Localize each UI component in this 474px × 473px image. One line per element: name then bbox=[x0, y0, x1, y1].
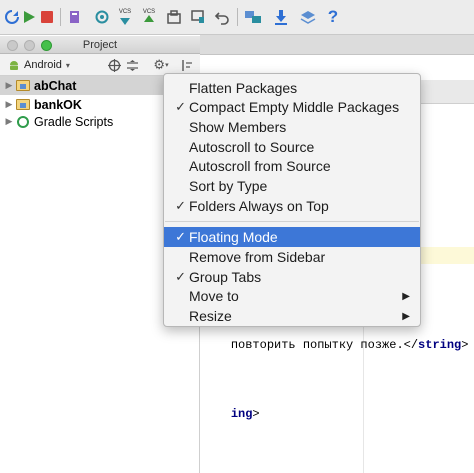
refresh-icon[interactable] bbox=[3, 8, 21, 26]
code-line: ing> bbox=[202, 393, 260, 435]
toolbar-separator bbox=[60, 8, 61, 26]
tree-item-label: abChat bbox=[34, 78, 77, 93]
menu-item-label: Show Members bbox=[189, 119, 287, 135]
checkmark-icon: ✓ bbox=[175, 198, 186, 213]
submenu-arrow-icon: ▶ bbox=[402, 290, 410, 302]
expand-arrow-icon[interactable]: ▶ bbox=[2, 116, 16, 127]
scroll-from-source-icon[interactable] bbox=[106, 57, 122, 73]
hide-panel-icon[interactable] bbox=[178, 57, 194, 73]
menu-item-label: Flatten Packages bbox=[189, 80, 298, 96]
sdk-manager-icon[interactable] bbox=[165, 8, 183, 26]
menu-item-group-tabs[interactable]: ✓ Group Tabs bbox=[164, 267, 420, 287]
undo-icon[interactable] bbox=[213, 8, 231, 26]
window-title: Project bbox=[82, 39, 118, 51]
menu-item-autoscroll-from-source[interactable]: Autoscroll from Source bbox=[164, 156, 420, 176]
menu-item-label: Folders Always on Top bbox=[189, 198, 329, 214]
chevron-down-icon: ▾ bbox=[65, 60, 70, 70]
menu-item-remove-from-sidebar[interactable]: Remove from Sidebar bbox=[164, 247, 420, 267]
menu-item-label: Group Tabs bbox=[189, 269, 262, 285]
help-icon[interactable]: ? bbox=[324, 7, 342, 26]
view-selector-label: Android bbox=[24, 59, 62, 71]
expand-arrow-icon[interactable]: ▶ bbox=[2, 80, 16, 91]
code-tag: ing bbox=[230, 407, 253, 421]
code-suffix: > bbox=[461, 338, 469, 352]
expand-arrow-icon[interactable]: ▶ bbox=[2, 99, 16, 110]
run-icon[interactable] bbox=[20, 8, 38, 26]
sync-icon[interactable] bbox=[93, 8, 111, 26]
menu-item-sort-by-type[interactable]: Sort by Type bbox=[164, 176, 420, 196]
menu-item-label: Remove from Sidebar bbox=[189, 249, 326, 265]
menu-item-show-members[interactable]: Show Members bbox=[164, 117, 420, 137]
view-selector-dropdown[interactable]: Android ▾ bbox=[8, 57, 70, 73]
menu-item-compact-empty-middle-packages[interactable]: ✓ Compact Empty Middle Packages bbox=[164, 97, 420, 117]
menu-item-folders-always-on-top[interactable]: ✓ Folders Always on Top bbox=[164, 196, 420, 216]
code-suffix: > bbox=[252, 407, 260, 421]
options-context-menu: Flatten Packages ✓ Compact Empty Middle … bbox=[163, 73, 421, 327]
menu-item-label: Move to bbox=[189, 288, 239, 304]
menu-item-label: Sort by Type bbox=[189, 178, 268, 194]
avd-manager-icon[interactable] bbox=[189, 8, 207, 26]
menu-item-label: Floating Mode bbox=[189, 229, 278, 245]
navigation-bar bbox=[200, 35, 474, 55]
tree-item-label: Gradle Scripts bbox=[34, 114, 114, 129]
checkmark-icon: ✓ bbox=[175, 229, 186, 244]
menu-item-resize[interactable]: Resize ▶ bbox=[164, 306, 420, 326]
menu-item-flatten-packages[interactable]: Flatten Packages bbox=[164, 78, 420, 98]
menu-item-label: Resize bbox=[189, 308, 232, 324]
module-folder-icon bbox=[16, 99, 30, 110]
toolbar-separator bbox=[237, 8, 238, 26]
checkmark-icon: ✓ bbox=[175, 99, 186, 114]
project-title-bar: Project bbox=[0, 36, 200, 54]
menu-item-autoscroll-to-source[interactable]: Autoscroll to Source bbox=[164, 137, 420, 157]
build-icon[interactable] bbox=[66, 8, 84, 26]
collapse-all-icon[interactable] bbox=[124, 57, 140, 73]
menu-item-move-to[interactable]: Move to ▶ bbox=[164, 286, 420, 306]
gradle-icon bbox=[17, 115, 29, 128]
menu-item-label: Autoscroll to Source bbox=[189, 139, 315, 155]
android-icon bbox=[10, 61, 18, 70]
vcs-update-icon[interactable]: VCS bbox=[116, 8, 134, 26]
menu-item-label: Compact Empty Middle Packages bbox=[189, 99, 400, 115]
menu-item-label: Autoscroll from Source bbox=[189, 158, 331, 174]
stop-icon[interactable] bbox=[38, 8, 56, 26]
menu-separator bbox=[165, 221, 419, 222]
tree-item-label: bankOK bbox=[34, 97, 82, 112]
submenu-arrow-icon: ▶ bbox=[402, 310, 410, 322]
menu-item-floating-mode[interactable]: ✓ Floating Mode bbox=[164, 227, 420, 247]
module-folder-icon bbox=[16, 80, 30, 91]
main-toolbar: VCS VCS ? bbox=[0, 0, 474, 35]
download-icon[interactable] bbox=[272, 8, 290, 26]
checkmark-icon: ✓ bbox=[175, 269, 186, 284]
gear-icon[interactable]: ⚙ ▾ bbox=[150, 57, 172, 73]
code-tag: string bbox=[418, 338, 462, 352]
code-line: повторить попытку позже.</string> bbox=[202, 324, 469, 366]
vcs-commit-icon[interactable]: VCS bbox=[140, 8, 158, 26]
structure-icon[interactable] bbox=[244, 8, 262, 26]
code-text: повторить попытку позже.</ bbox=[230, 338, 419, 352]
layers-icon[interactable] bbox=[299, 8, 317, 26]
